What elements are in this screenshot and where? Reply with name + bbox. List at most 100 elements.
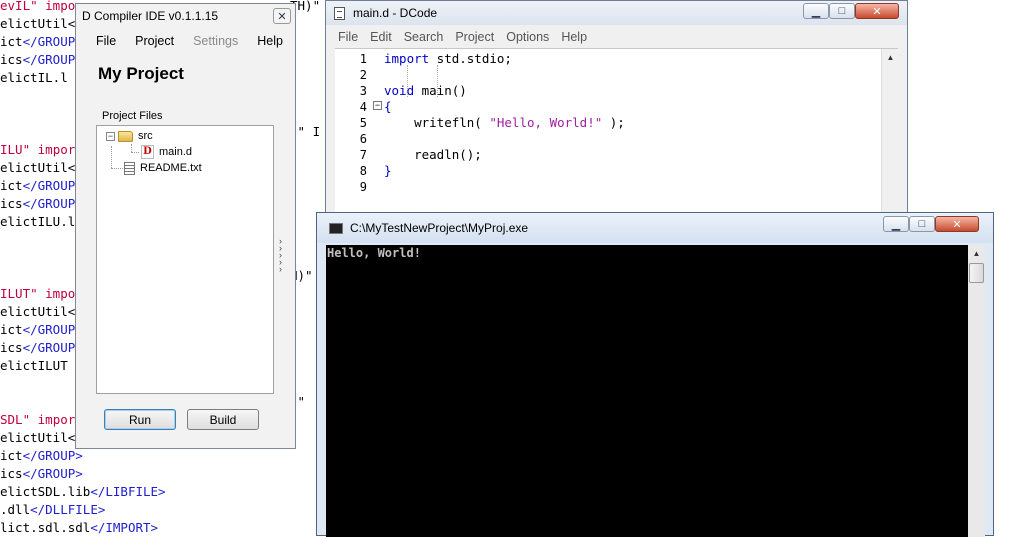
- ide-menu-help[interactable]: Help: [247, 32, 292, 50]
- code-token: ics: [0, 340, 23, 355]
- minimize-button[interactable]: ▁: [803, 3, 829, 19]
- code-editor[interactable]: 1 2 3 4 5 6 7 8 9 − ▲ import std.stdio; void main…: [335, 48, 898, 217]
- code-line[interactable]: {: [384, 99, 392, 115]
- code-token: ict: [0, 448, 23, 463]
- document-icon: [334, 6, 345, 20]
- close-icon: ✕: [277, 10, 287, 23]
- ide-title: D Compiler IDE v0.1.1.15: [82, 9, 219, 23]
- code-token: ILU": [0, 142, 38, 157]
- menu-project[interactable]: Project: [449, 28, 500, 46]
- background-code-line: SDL" impor: [0, 411, 75, 429]
- code-token: </GROUP: [22, 322, 76, 337]
- code-token: elictUtil<: [0, 160, 76, 175]
- run-button[interactable]: Run: [104, 409, 176, 430]
- console-maximize-button[interactable]: □: [909, 216, 935, 232]
- ide-titlebar[interactable]: D Compiler IDE v0.1.1.15: [76, 4, 295, 28]
- code-token: impor: [37, 142, 76, 157]
- scrollbar-thumb[interactable]: [969, 263, 984, 283]
- code-token: );: [602, 115, 625, 130]
- line-number: 6: [359, 132, 367, 146]
- ide-menu-file[interactable]: File: [86, 32, 125, 50]
- background-code-line: ict</GROUP: [0, 33, 75, 51]
- tree-item-src[interactable]: − src: [106, 128, 153, 144]
- background-code-line: elictUtil<: [0, 303, 75, 321]
- background-code-line: lict.sdl.sdl</IMPORT>: [0, 519, 158, 536]
- editor-vertical-scrollbar[interactable]: ▲: [881, 49, 898, 217]
- console-output-area[interactable]: Hello, World!: [326, 245, 968, 537]
- line-number: 1: [359, 52, 367, 66]
- background-code-line: ict</GROUP: [0, 321, 75, 339]
- minimize-icon: ▁: [811, 5, 821, 18]
- line-number: 3: [359, 84, 367, 98]
- maximize-icon: □: [918, 218, 926, 230]
- menu-help[interactable]: Help: [555, 28, 593, 46]
- scroll-up-icon[interactable]: ▲: [968, 245, 985, 262]
- ide-close-button[interactable]: ✕: [273, 8, 291, 24]
- ide-window[interactable]: D Compiler IDE v0.1.1.15 ✕ File Project …: [75, 3, 296, 449]
- code-line[interactable]: writefln( "Hello, World!" );: [384, 115, 625, 131]
- code-token: </DLLFILE>: [30, 502, 106, 517]
- maximize-button[interactable]: □: [829, 3, 855, 19]
- code-token: </GROUP: [22, 196, 76, 211]
- line-number: 8: [359, 164, 367, 178]
- maximize-icon: □: [838, 5, 846, 17]
- background-code-line: ics</GROUP: [0, 339, 75, 357]
- console-title: C:\MyTestNewProject\MyProj.exe: [350, 221, 529, 235]
- dcode-title: main.d - DCode: [353, 6, 438, 20]
- fold-marker-icon[interactable]: −: [373, 101, 382, 110]
- background-code-line: ILUT" impo: [0, 285, 75, 303]
- menu-file[interactable]: File: [332, 28, 364, 46]
- console-close-button[interactable]: ✕: [935, 216, 979, 232]
- console-window[interactable]: C:\MyTestNewProject\MyProj.exe ▁ □ ✕ Hel…: [316, 212, 994, 537]
- collapse-icon[interactable]: −: [106, 131, 115, 141]
- scroll-up-icon[interactable]: ▲: [882, 49, 899, 66]
- code-token: </GROUP: [22, 340, 76, 355]
- code-token: ict: [0, 322, 23, 337]
- build-button[interactable]: Build: [187, 409, 259, 430]
- code-token: elictILU.l: [0, 214, 76, 229]
- project-file-tree[interactable]: − src D main.d README.txt: [96, 125, 274, 394]
- tree-item-main-d[interactable]: D main.d: [141, 144, 192, 160]
- console-vertical-scrollbar[interactable]: ▲: [968, 245, 985, 537]
- background-code-line: elictILU.l: [0, 213, 75, 231]
- code-token: ics: [0, 52, 23, 67]
- menu-edit[interactable]: Edit: [364, 28, 398, 46]
- code-token: .dll: [0, 502, 31, 517]
- code-token: ILUT": [0, 286, 46, 301]
- tree-item-readme[interactable]: README.txt: [124, 160, 202, 176]
- background-code-line: ics</GROUP: [0, 195, 75, 213]
- ide-menu-settings: Settings: [193, 34, 239, 48]
- code-token: elictILUT: [0, 358, 68, 373]
- code-token: ics: [0, 196, 23, 211]
- menu-options[interactable]: Options: [500, 28, 555, 46]
- background-code-line: elictUtil<: [0, 15, 75, 33]
- console-output-text: Hello, World!: [327, 246, 421, 260]
- background-code-line: ics</GROUP>: [0, 465, 83, 483]
- background-code-line: ict</GROUP: [0, 177, 75, 195]
- code-line[interactable]: readln();: [384, 147, 482, 163]
- background-code-line: ILU" impor: [0, 141, 75, 159]
- code-line[interactable]: void main(): [384, 83, 467, 99]
- menu-search[interactable]: Search: [398, 28, 450, 46]
- ide-menu-project[interactable]: Project: [125, 32, 183, 50]
- close-icon: ✕: [872, 5, 882, 18]
- tree-line: [111, 146, 112, 168]
- d-source-file-icon: D: [141, 145, 154, 159]
- command-prompt-icon: [329, 222, 343, 234]
- background-code-line: elictUtil<: [0, 159, 75, 177]
- dcode-window[interactable]: main.d - DCode ▁ □ ✕ File Edit Search Pr…: [325, 0, 908, 217]
- code-token: ict: [0, 178, 23, 193]
- line-number: 4: [359, 100, 367, 114]
- code-token: "Hello, World!": [489, 115, 603, 130]
- code-line[interactable]: }: [384, 163, 392, 179]
- code-token: elictUtil<: [0, 16, 76, 31]
- tree-item-label: main.d: [159, 146, 193, 158]
- project-files-label: Project Files: [102, 110, 163, 122]
- code-token: import: [384, 51, 430, 66]
- line-number-gutter: 1 2 3 4 5 6 7 8 9: [335, 49, 375, 216]
- splitter-handle-icon[interactable]: › › › › ›: [279, 237, 282, 274]
- close-icon: ✕: [952, 218, 962, 231]
- code-line[interactable]: import std.stdio;: [384, 51, 512, 67]
- close-button[interactable]: ✕: [855, 3, 899, 19]
- console-minimize-button[interactable]: ▁: [883, 216, 909, 232]
